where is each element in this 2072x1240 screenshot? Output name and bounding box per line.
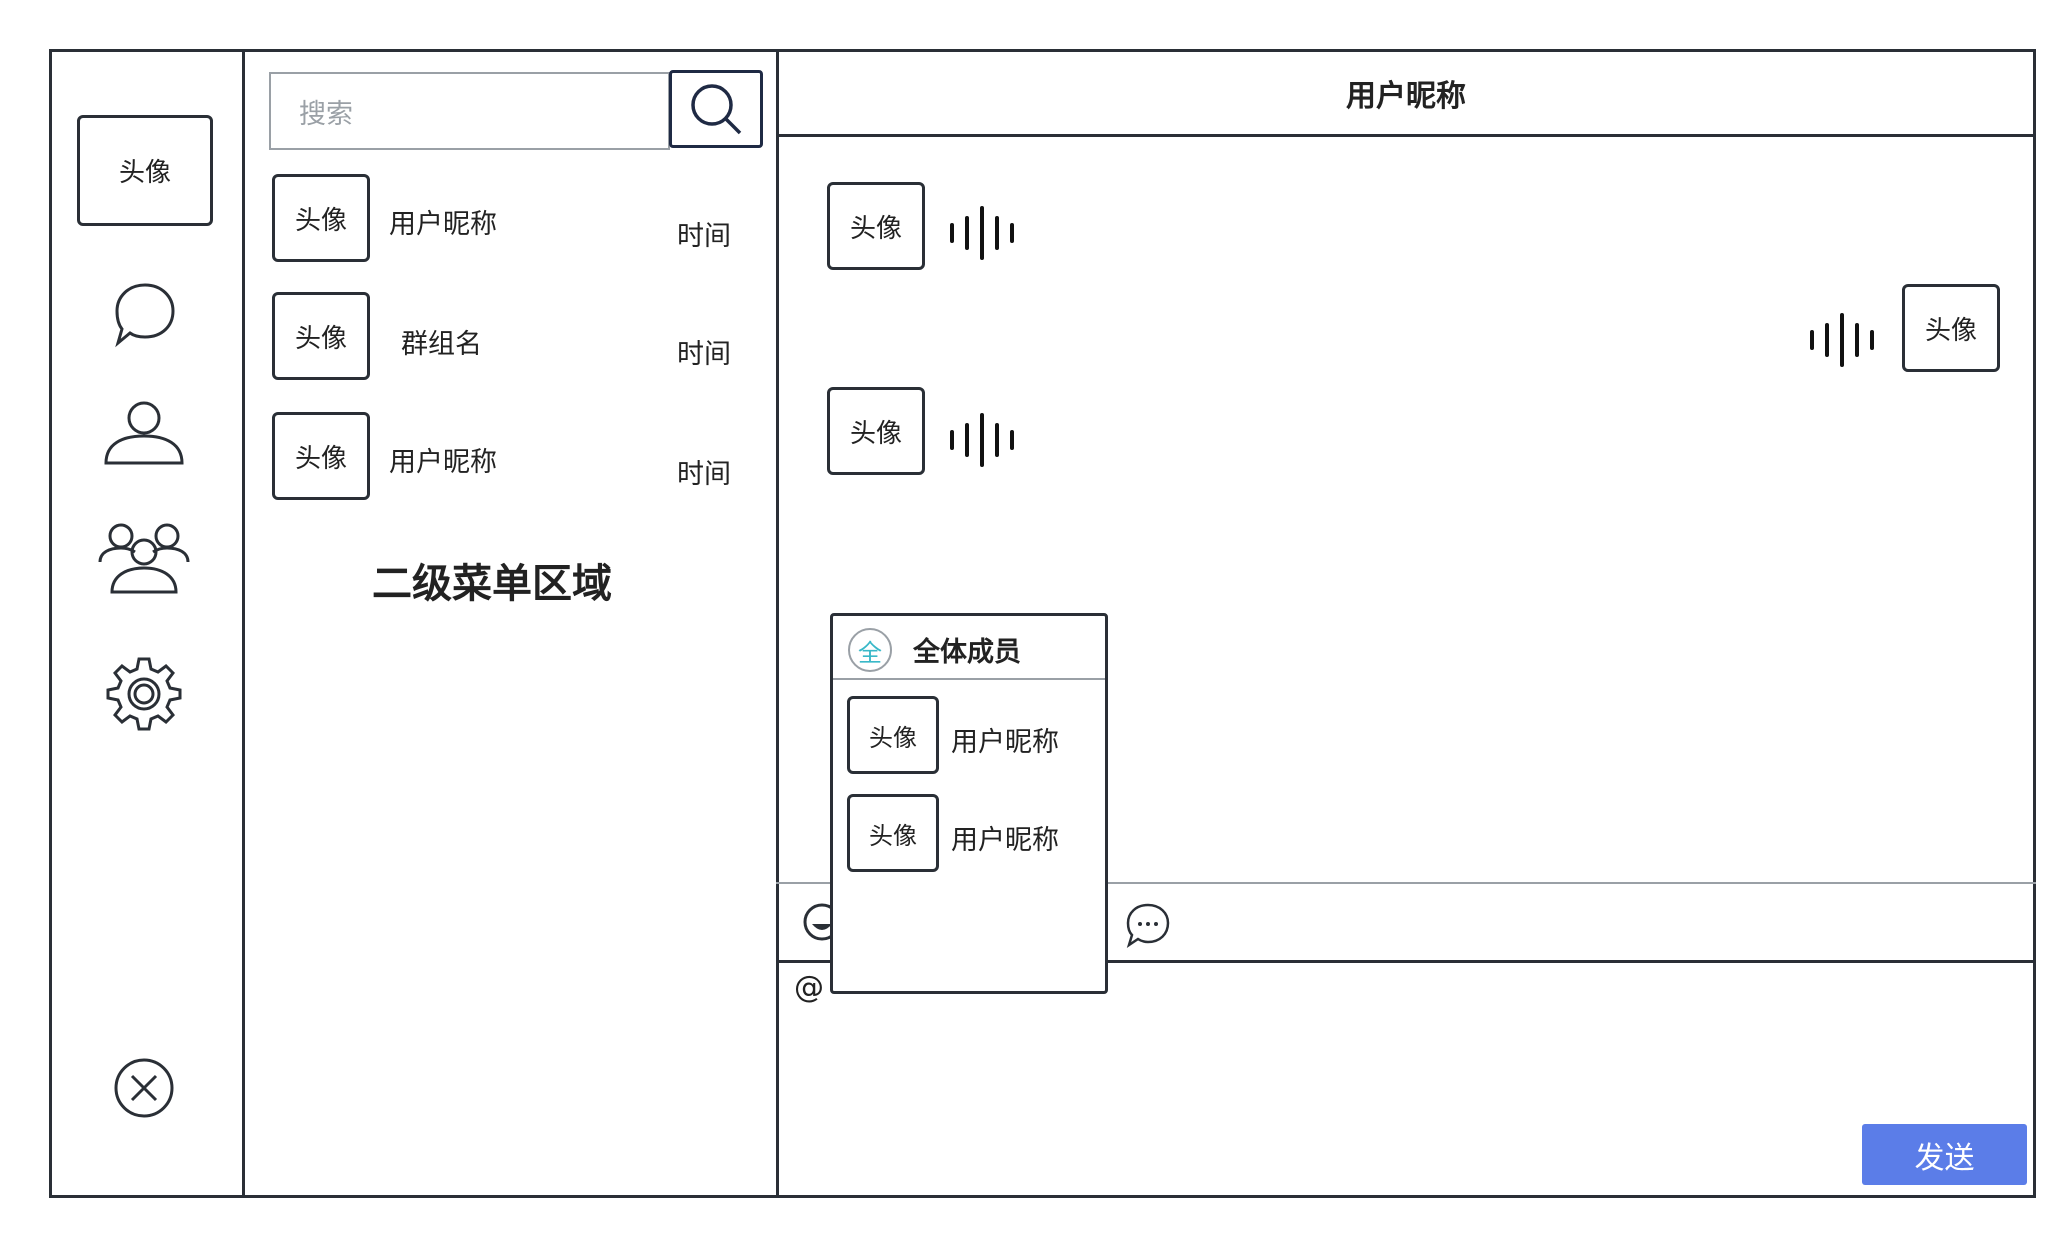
- member-name: 用户昵称: [951, 825, 1059, 856]
- menu-area-label: 二级菜单区域: [372, 561, 612, 607]
- group-name: 群组名: [401, 329, 482, 360]
- voice-message[interactable]: [948, 205, 1022, 261]
- search-icon: [691, 84, 742, 135]
- message-avatar[interactable]: 头像: [827, 387, 925, 475]
- input-text: @: [794, 970, 824, 1005]
- chat-icon[interactable]: [111, 280, 179, 348]
- avatar-label: 头像: [294, 443, 347, 474]
- list-item[interactable]: 头像 用户昵称 时间: [270, 410, 770, 502]
- avatar: 头像: [272, 292, 370, 380]
- item-time: 时间: [677, 221, 731, 252]
- contact-name: 用户昵称: [389, 209, 497, 240]
- close-icon[interactable]: [113, 1057, 175, 1119]
- send-button[interactable]: 发送: [1862, 1124, 2027, 1185]
- gear-icon[interactable]: [106, 655, 182, 731]
- group-icon[interactable]: [98, 522, 190, 594]
- voice-wave-icon: [950, 206, 1014, 260]
- avatar-label: 头像: [869, 723, 917, 752]
- item-time: 时间: [677, 339, 731, 370]
- search-input[interactable]: 搜索: [269, 72, 670, 150]
- avatar-label: 头像: [849, 418, 902, 449]
- mention-popup: 全 全体成员 头像 用户昵称 头像 用户昵称: [830, 613, 1108, 994]
- popup-divider: [833, 678, 1105, 680]
- avatar: 头像: [847, 794, 939, 872]
- member-name: 用户昵称: [951, 727, 1059, 758]
- avatar: 头像: [847, 696, 939, 774]
- avatar-label: 头像: [849, 213, 902, 244]
- chat-header-divider: [776, 134, 2036, 137]
- mention-member-item[interactable]: 头像 用户昵称: [847, 696, 1097, 776]
- avatar-label: 头像: [294, 323, 347, 354]
- user-avatar[interactable]: 头像: [77, 115, 213, 226]
- chat-title: 用户昵称: [1346, 79, 1466, 114]
- message-input[interactable]: @: [794, 970, 824, 1005]
- avatar: 头像: [272, 412, 370, 500]
- search-button[interactable]: [669, 70, 763, 148]
- avatar-label: 头像: [869, 821, 917, 850]
- contact-name: 用户昵称: [389, 447, 497, 478]
- voice-message[interactable]: [948, 412, 1022, 468]
- list-item[interactable]: 头像 群组名 时间: [270, 290, 770, 382]
- message-avatar[interactable]: 头像: [827, 182, 925, 270]
- list-item[interactable]: 头像 用户昵称 时间: [270, 172, 770, 264]
- menu-divider: [776, 49, 779, 1198]
- send-label: 发送: [1914, 1140, 1975, 1176]
- mention-all-option[interactable]: 全 全体成员: [833, 616, 1105, 678]
- avatar-label: 头像: [294, 205, 347, 236]
- voice-message[interactable]: [1808, 312, 1882, 368]
- sidebar-divider: [242, 49, 245, 1198]
- avatar-label: 头像: [1924, 315, 1977, 346]
- message-avatar[interactable]: 头像: [1902, 284, 2000, 372]
- all-badge: 全: [848, 628, 892, 672]
- voice-wave-icon: [950, 413, 1014, 467]
- all-members-label: 全体成员: [913, 637, 1021, 668]
- user-icon[interactable]: [102, 400, 186, 466]
- avatar: 头像: [272, 174, 370, 262]
- voice-wave-icon: [1810, 313, 1874, 367]
- message-bubble-icon[interactable]: [1125, 902, 1171, 948]
- mention-member-item[interactable]: 头像 用户昵称: [847, 794, 1097, 874]
- item-time: 时间: [677, 459, 731, 490]
- search-placeholder: 搜索: [299, 98, 353, 130]
- avatar-label: 头像: [118, 158, 171, 188]
